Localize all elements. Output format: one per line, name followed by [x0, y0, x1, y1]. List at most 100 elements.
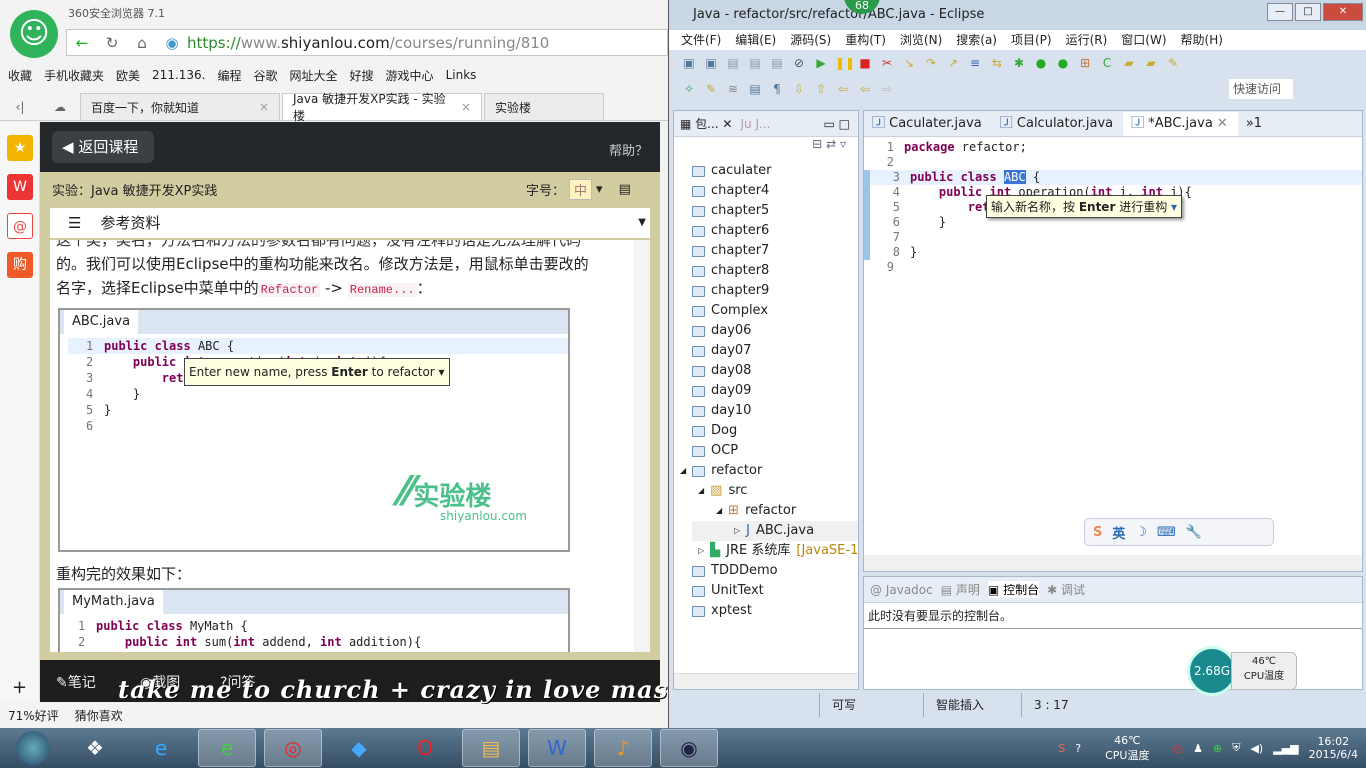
terminate-icon[interactable]: ■: [857, 55, 873, 71]
bookmark-item[interactable]: 谷歌: [254, 67, 278, 84]
expand-arrow-icon[interactable]: ▷: [698, 541, 704, 561]
netease-music-icon[interactable]: ◎: [264, 729, 322, 767]
tree-item[interactable]: day06: [692, 321, 858, 341]
tree-item[interactable]: TDDDemo: [692, 561, 858, 581]
tab-overflow[interactable]: »1: [1238, 112, 1272, 136]
tree-item[interactable]: chapter6: [692, 221, 858, 241]
view-tab-package-explorer[interactable]: ▦ 包... ✕: [680, 115, 732, 132]
sogou-tray-icon[interactable]: S: [1058, 742, 1065, 755]
360-browser-icon[interactable]: e: [198, 729, 256, 767]
last-edit-icon[interactable]: ⇦: [835, 81, 851, 97]
bookmark-item[interactable]: 欧美: [116, 67, 140, 84]
volume-icon[interactable]: ◀): [1250, 742, 1263, 755]
back-to-course-button[interactable]: ◀ 返回课程: [52, 131, 154, 163]
toggle-mark-occurrences-icon[interactable]: ✎: [703, 81, 719, 97]
horizontal-scrollbar[interactable]: [864, 555, 1362, 571]
document-icon[interactable]: ▤: [619, 182, 631, 197]
minimize-maximize-icon[interactable]: ▭ □: [824, 117, 851, 131]
tree-item[interactable]: OCP: [692, 441, 858, 461]
keyboard-icon[interactable]: ⌨: [1157, 525, 1176, 540]
bookmark-item[interactable]: 211.136.: [152, 68, 205, 82]
guess-you-like[interactable]: 猜你喜欢: [75, 707, 123, 724]
expand-arrow-icon[interactable]: ▷: [734, 521, 740, 541]
tray-cpu-temp[interactable]: 46℃ CPU温度: [1105, 734, 1149, 763]
previous-annotation-icon[interactable]: ⇧: [813, 81, 829, 97]
view-tab[interactable]: @ Javadoc: [870, 583, 933, 597]
reference-dropdown[interactable]: ☰ 参考资料 ▼: [50, 208, 650, 238]
expand-arrow-icon[interactable]: ◢: [698, 481, 704, 501]
open-type-icon[interactable]: ▰: [1121, 55, 1137, 71]
editor-tab[interactable]: 🄹 Calculator.java: [992, 112, 1123, 136]
font-size-select[interactable]: 中: [569, 179, 593, 200]
home-icon[interactable]: ⌂: [127, 34, 157, 52]
use-step-filters-icon[interactable]: ⇆: [989, 55, 1005, 71]
qq-tray-icon[interactable]: ♟: [1193, 742, 1203, 755]
lyric-app-icon[interactable]: ♪: [594, 729, 652, 767]
save-all-icon[interactable]: ▤: [747, 55, 763, 71]
wrench-icon[interactable]: 🔧: [1186, 525, 1202, 540]
tree-item[interactable]: UnitText: [692, 581, 858, 601]
user-avatar-icon[interactable]: ☺: [10, 10, 58, 58]
address-bar[interactable]: ← ↻ ⌂ ◉ https://www. shiyanlou.com/course…: [66, 29, 668, 56]
open-task-icon[interactable]: ▰: [1143, 55, 1159, 71]
maximize-button[interactable]: □: [1295, 3, 1321, 21]
resume-icon[interactable]: ▶: [813, 55, 829, 71]
chevron-down-icon[interactable]: ▼: [638, 208, 646, 238]
add-icon[interactable]: +: [12, 677, 27, 698]
next-annotation-icon[interactable]: ✧: [681, 81, 697, 97]
tree-item[interactable]: ◢ refactor: [680, 461, 858, 481]
menu-item[interactable]: 浏览(N): [900, 30, 942, 50]
view-tab[interactable]: ▣ 控制台: [987, 581, 1040, 598]
search-icon[interactable]: ✎: [1165, 55, 1181, 71]
forward-icon[interactable]: ⇨: [879, 81, 895, 97]
tree-item[interactable]: Complex: [692, 301, 858, 321]
notes-button[interactable]: ✎笔记: [56, 672, 96, 692]
show-paragraph-icon[interactable]: ¶: [769, 81, 785, 97]
tree-item[interactable]: chapter7: [692, 241, 858, 261]
weibo-icon[interactable]: W: [7, 174, 33, 200]
360-tray-icon[interactable]: ⊕: [1213, 742, 1222, 755]
quick-access-input[interactable]: 快速访问: [1229, 79, 1293, 99]
debug-icon[interactable]: ✱: [1011, 55, 1027, 71]
menu-item[interactable]: 文件(F): [681, 30, 721, 50]
bookmark-item[interactable]: 游戏中心: [386, 67, 434, 84]
ime-mode[interactable]: 英: [1112, 523, 1125, 542]
bookmark-item[interactable]: Links: [446, 68, 477, 82]
menu-item[interactable]: 编辑(E): [735, 30, 776, 50]
menu-item[interactable]: 搜索(a): [956, 30, 997, 50]
tree-item[interactable]: caculater: [692, 161, 858, 181]
print-icon[interactable]: ▤: [769, 55, 785, 71]
tree-item[interactable]: Dog: [692, 421, 858, 441]
tree-item[interactable]: ◢ ⊞ refactor: [692, 501, 858, 521]
bookmark-item[interactable]: 编程: [217, 67, 241, 84]
show-whitespace-icon[interactable]: ▤: [747, 81, 763, 97]
bookmark-item[interactable]: 好搜: [350, 67, 374, 84]
word-icon[interactable]: W: [528, 729, 586, 767]
explorer-icon[interactable]: ▤: [462, 729, 520, 767]
view-menu-icon[interactable]: ▿: [840, 137, 846, 151]
color-app-icon[interactable]: ❖: [66, 729, 124, 767]
new-class-icon[interactable]: C: [1099, 55, 1115, 71]
start-button[interactable]: [8, 729, 58, 767]
editor-tab[interactable]: 🄹 Caculater.java: [864, 112, 992, 136]
drop-frame-icon[interactable]: ≡: [967, 55, 983, 71]
moon-icon[interactable]: ☽: [1135, 525, 1147, 540]
tree-item[interactable]: chapter9: [692, 281, 858, 301]
bookmark-item[interactable]: 手机收藏夹: [44, 67, 104, 84]
sogou-icon[interactable]: S: [1093, 525, 1102, 540]
tab-list-icon[interactable]: ‹|: [0, 100, 40, 114]
favorites-star-icon[interactable]: ★: [7, 135, 33, 161]
disconnect-icon[interactable]: ✂: [879, 55, 895, 71]
ie-icon[interactable]: e: [132, 729, 190, 767]
expand-arrow-icon[interactable]: ◢: [716, 501, 722, 521]
mail-icon[interactable]: @: [7, 213, 33, 239]
menu-item[interactable]: 帮助(H): [1181, 30, 1223, 50]
tree-item[interactable]: xptest: [692, 601, 858, 621]
menu-item[interactable]: 运行(R): [1066, 30, 1108, 50]
back-icon[interactable]: ⇦: [857, 81, 873, 97]
view-tab[interactable]: ▤ 声明: [941, 581, 980, 598]
collapse-all-icon[interactable]: ⊟: [812, 137, 822, 151]
menu-item[interactable]: 项目(P): [1011, 30, 1052, 50]
new-package-icon[interactable]: ⊞: [1077, 55, 1093, 71]
eclipse-icon[interactable]: ◉: [660, 729, 718, 767]
